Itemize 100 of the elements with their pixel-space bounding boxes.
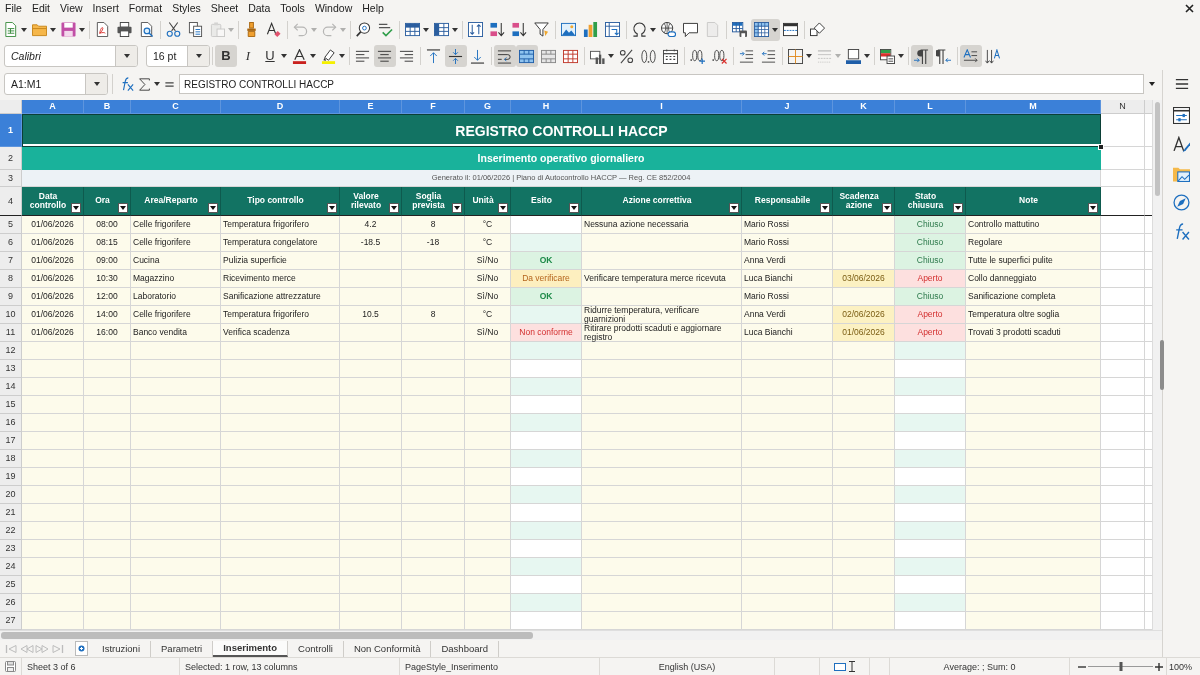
dropdown-button[interactable]: [187, 46, 209, 66]
menu-item[interactable]: Sheet: [205, 1, 244, 16]
row-header[interactable]: 23: [0, 540, 22, 558]
filter-button[interactable]: [729, 203, 739, 213]
row-header[interactable]: 12: [0, 342, 22, 360]
column-header[interactable]: A: [22, 100, 84, 114]
row-header[interactable]: 7: [0, 252, 22, 270]
row-header[interactable]: 15: [0, 396, 22, 414]
table-cell: Controllo mattutino: [966, 216, 1101, 234]
dropdown-button[interactable]: [85, 74, 107, 94]
menu-item[interactable]: Help: [357, 1, 389, 16]
column-header[interactable]: M: [966, 100, 1101, 114]
row-header[interactable]: 19: [0, 468, 22, 486]
page-icon: [705, 22, 720, 37]
row-header[interactable]: 9: [0, 288, 22, 306]
row-header[interactable]: 3: [0, 170, 22, 187]
sheet-tab[interactable]: Inserimento: [213, 640, 289, 657]
filter-button[interactable]: [327, 203, 337, 213]
font-size-field[interactable]: 16 pt: [146, 45, 210, 67]
filter-button[interactable]: [389, 203, 399, 213]
filter-button[interactable]: [820, 203, 830, 213]
filter-button[interactable]: [953, 203, 963, 213]
row-header[interactable]: 21: [0, 504, 22, 522]
menu-item[interactable]: Window: [309, 1, 358, 16]
fill-handle[interactable]: [1098, 144, 1104, 150]
row-header[interactable]: 25: [0, 576, 22, 594]
column-header[interactable]: K: [833, 100, 895, 114]
row-header[interactable]: 16: [0, 414, 22, 432]
sheet-tab[interactable]: Controlli: [288, 640, 344, 657]
row-header[interactable]: 24: [0, 558, 22, 576]
align-center-button[interactable]: [374, 45, 396, 67]
column-header[interactable]: F: [402, 100, 465, 114]
close-button[interactable]: [1185, 4, 1194, 13]
filter-button[interactable]: [208, 203, 218, 213]
column-header[interactable]: L: [895, 100, 966, 114]
add-sheet-button[interactable]: [75, 641, 88, 656]
row-header[interactable]: 4: [0, 187, 22, 216]
menu-item[interactable]: Data: [243, 1, 276, 16]
scrollbar-thumb[interactable]: [1155, 102, 1160, 196]
wrap-text-button[interactable]: [494, 45, 516, 67]
row-header[interactable]: 13: [0, 360, 22, 378]
row-header[interactable]: 5: [0, 216, 22, 234]
align-middle-button[interactable]: [445, 45, 467, 67]
filter-button[interactable]: [452, 203, 462, 213]
underline-button[interactable]: U: [259, 45, 289, 67]
freeze-button[interactable]: [751, 18, 780, 41]
filter-button[interactable]: [569, 203, 579, 213]
column-header[interactable]: C: [131, 100, 221, 114]
formula-input[interactable]: REGISTRO CONTROLLI HACCP: [179, 74, 1144, 94]
zoom-in-button[interactable]: [1155, 662, 1163, 671]
table-cell: [1101, 270, 1145, 288]
menu-item[interactable]: Format: [123, 1, 168, 16]
row-header[interactable]: 1: [0, 114, 22, 147]
dropdown-button[interactable]: [115, 46, 137, 66]
filter-button[interactable]: [1088, 203, 1098, 213]
menu-item[interactable]: Edit: [26, 1, 55, 16]
column-header[interactable]: D: [221, 100, 340, 114]
menu-item[interactable]: Insert: [87, 1, 124, 16]
row-header[interactable]: 14: [0, 378, 22, 396]
scrollbar-thumb[interactable]: [1, 632, 533, 639]
row-header[interactable]: 2: [0, 147, 22, 170]
column-header[interactable]: H: [511, 100, 582, 114]
filter-button[interactable]: [118, 203, 128, 213]
name-box[interactable]: A1:M1: [4, 73, 108, 95]
table-cell: 10.5: [340, 306, 402, 324]
column-header[interactable]: I: [582, 100, 742, 114]
column-header[interactable]: G: [465, 100, 511, 114]
row-header[interactable]: 22: [0, 522, 22, 540]
row-header[interactable]: 6: [0, 234, 22, 252]
menu-item[interactable]: Styles: [167, 1, 206, 16]
row-header[interactable]: 17: [0, 432, 22, 450]
menu-item[interactable]: View: [55, 1, 88, 16]
sheet-tab[interactable]: Non Conformità: [343, 640, 432, 657]
column-header[interactable]: J: [742, 100, 833, 114]
row-header[interactable]: 26: [0, 594, 22, 612]
table-cell: Verifica scadenza: [221, 324, 340, 342]
row-header[interactable]: 27: [0, 612, 22, 630]
font-name-field[interactable]: Calibri: [4, 45, 138, 67]
menu-item[interactable]: File: [0, 1, 27, 16]
sidebar-handle[interactable]: [1160, 340, 1164, 390]
row-header[interactable]: 11: [0, 324, 22, 342]
text-flow-button[interactable]: [960, 45, 982, 67]
row-header[interactable]: 10: [0, 306, 22, 324]
column-header[interactable]: E: [340, 100, 402, 114]
sheet-tab[interactable]: Istruzioni: [92, 640, 151, 657]
menu-item[interactable]: Tools: [275, 1, 310, 16]
filter-button[interactable]: [498, 203, 508, 213]
left-to-right-button[interactable]: [911, 45, 933, 67]
column-header[interactable]: B: [84, 100, 131, 114]
column-header[interactable]: N: [1101, 100, 1145, 114]
filter-button[interactable]: [71, 203, 81, 213]
filter-button[interactable]: [882, 203, 892, 213]
row-header[interactable]: 18: [0, 450, 22, 468]
slider-thumb[interactable]: [1119, 662, 1122, 671]
sheet-tab[interactable]: Dashboard: [431, 640, 499, 657]
row-header[interactable]: 20: [0, 486, 22, 504]
merge-center-button[interactable]: [516, 45, 538, 67]
bold-button[interactable]: B: [215, 45, 237, 67]
row-header[interactable]: 8: [0, 270, 22, 288]
italic-button[interactable]: I: [237, 45, 259, 67]
